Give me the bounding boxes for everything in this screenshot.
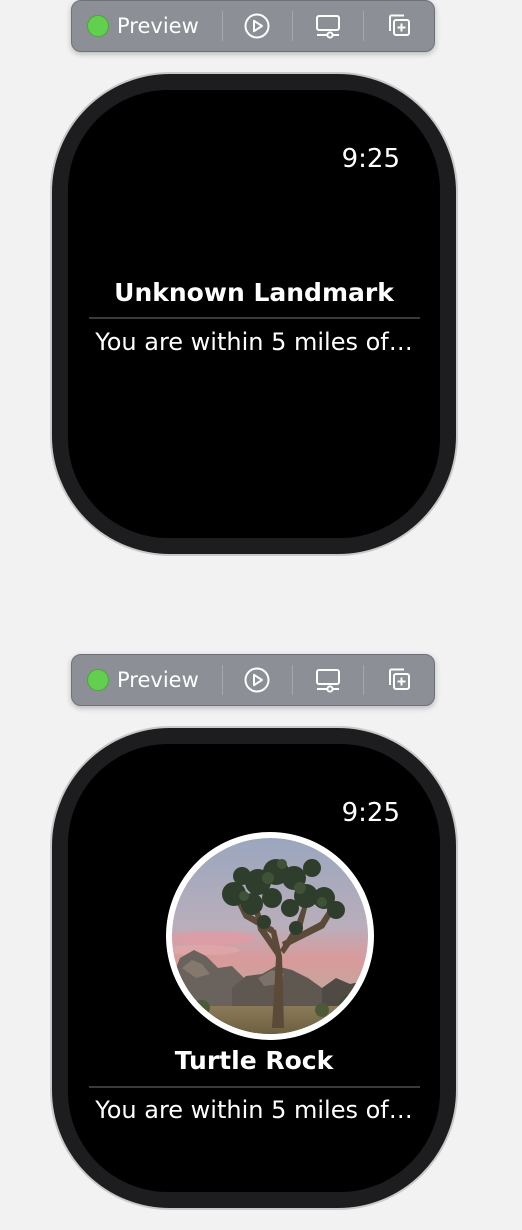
watch-screen: 9:25 Unknown Landmark You are within 5 m…: [68, 90, 440, 538]
live-status-dot-icon: [87, 15, 109, 37]
play-icon: [244, 13, 270, 39]
preview-toolbar: Preview: [71, 0, 435, 52]
preview-label: Preview: [117, 668, 199, 692]
live-preview-button[interactable]: [221, 655, 293, 705]
landmark-photo: [166, 832, 374, 1040]
live-preview-button[interactable]: [221, 1, 293, 51]
watch-screen: 9:25 Turtle Rock You are within 5 miles …: [68, 744, 440, 1192]
watch-preview-canvas: 9:25 Unknown Landmark You are within 5 m…: [50, 72, 458, 556]
landmark-title: Turtle Rock: [174, 1046, 334, 1075]
landmark-subtitle: You are within 5 miles of…: [95, 328, 413, 356]
divider: [89, 1086, 420, 1088]
device-settings-icon: [315, 15, 340, 39]
device-settings-button[interactable]: [292, 655, 363, 705]
duplicate-icon: [388, 668, 410, 690]
status-time: 9:25: [341, 144, 400, 174]
watch-preview-canvas: 9:25 Turtle Rock You are within 5 miles …: [50, 726, 458, 1210]
device-settings-button[interactable]: [292, 1, 363, 51]
duplicate-preview-button[interactable]: [363, 655, 434, 705]
play-icon: [244, 667, 270, 693]
live-status-dot-icon: [87, 669, 109, 691]
preview-status: Preview: [72, 655, 222, 705]
joshua-tree-photo: [172, 838, 368, 1034]
device-settings-icon: [315, 669, 340, 693]
duplicate-icon: [388, 14, 410, 36]
preview-toolbar: Preview: [71, 654, 435, 706]
landmark-title: Unknown Landmark: [114, 278, 394, 307]
duplicate-preview-button[interactable]: [363, 1, 434, 51]
status-time: 9:25: [341, 798, 400, 828]
preview-status: Preview: [72, 1, 222, 51]
landmark-subtitle: You are within 5 miles of…: [95, 1096, 413, 1124]
preview-label: Preview: [117, 14, 199, 38]
divider: [89, 317, 420, 319]
